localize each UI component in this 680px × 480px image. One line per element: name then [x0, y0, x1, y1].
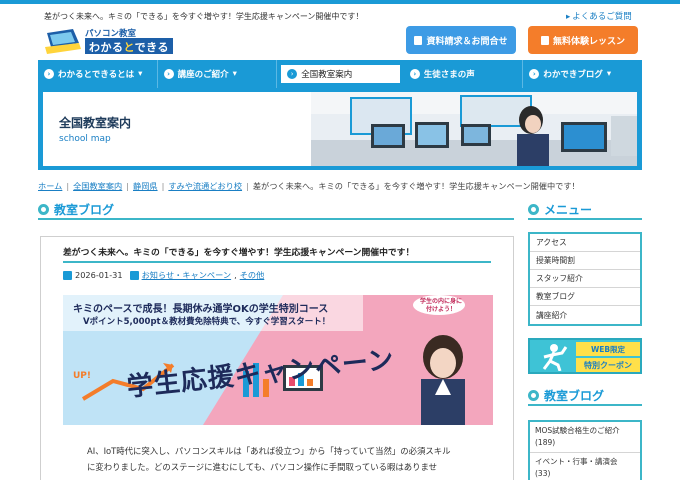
nav-item-label: 生徒さまの声 — [423, 70, 475, 80]
circle-bullet-icon — [528, 389, 539, 401]
breadcrumb-separator: | — [161, 181, 165, 191]
breadcrumb-separator: | — [66, 181, 70, 191]
laptop-logo-icon — [45, 29, 81, 54]
chevron-right-icon: › — [529, 69, 540, 79]
section-heading-blog: 教室ブログ — [38, 200, 514, 220]
breadcrumb-separator: | — [126, 181, 129, 191]
blog-article: 差がつく未来へ。キミの「できる」を今すぐ増やす！学生応援キャンペーン開催中です！… — [40, 236, 514, 480]
breadcrumb-current: 差がつく未来へ。キミの「できる」を今すぐ増やす！学生応援キャンペーン開催中です！ — [252, 181, 580, 191]
faq-link-label: よくあるご質問 — [572, 12, 632, 22]
sidebar-item-courses[interactable]: 講座紹介 — [530, 306, 640, 324]
chevron-right-icon: › — [44, 69, 54, 79]
global-nav: › わかるとできるとは ▾ › 講座のご紹介 ▾ › 全国教室案内 › 生徒さまの声 › わか… — [38, 60, 642, 88]
chevron-right-icon: › — [409, 69, 420, 79]
nav-item-label: わかできブログ — [543, 70, 603, 80]
nav-item-about[interactable]: › わかるとできるとは ▾ — [38, 60, 158, 88]
coupon-label: 特別クーポン — [576, 358, 640, 372]
blog-category-item[interactable]: イベント・行事・講演会 (33) — [530, 453, 640, 480]
breadcrumb-school[interactable]: すみや流通どおり校 — [168, 181, 242, 191]
section-heading-label: 教室ブログ — [54, 202, 115, 217]
site-logo[interactable]: パソコン教室 わかるとできる — [43, 27, 193, 57]
chevron-down-icon: ▾ — [232, 69, 237, 79]
breadcrumb-home[interactable]: ホーム — [38, 181, 62, 191]
chevron-right-icon: › — [287, 69, 298, 79]
sidebar-item-timetable[interactable]: 授業時間割 — [530, 252, 640, 270]
section-heading-label: メニュー — [544, 202, 593, 217]
banner-up-text: UP! — [73, 371, 92, 381]
page-title: 全国教室案内 — [59, 116, 132, 130]
free-trial-button[interactable]: 無料体験レッスン — [528, 26, 638, 54]
article-body: AI、IoT時代に突入し、パソコンスキルは「あれば役立つ」から「持っていて当然」… — [87, 443, 497, 475]
nav-item-label: わかるとできるとは — [58, 70, 135, 80]
page-subtitle: school map — [59, 134, 111, 144]
document-icon — [540, 35, 549, 45]
circle-bullet-icon — [528, 203, 539, 215]
folder-icon — [129, 270, 139, 280]
inquiry-button-label: 資料請求＆お問合せ — [426, 36, 508, 47]
chevron-right-icon: › — [163, 69, 174, 79]
sidebar-item-access[interactable]: アクセス — [530, 234, 640, 252]
chevron-right-icon: ▸ — [566, 12, 571, 22]
section-heading-sidebar-blog: 教室ブログ — [528, 386, 642, 406]
nav-item-blog[interactable]: › わかできブログ ▾ — [523, 60, 642, 88]
chevron-down-icon: ▾ — [138, 69, 143, 79]
section-heading-menu: メニュー — [528, 200, 642, 220]
sidebar-item-blog[interactable]: 教室ブログ — [530, 288, 640, 306]
top-accent-bar — [0, 0, 680, 4]
nav-item-courses[interactable]: › 講座のご紹介 ▾ — [158, 60, 278, 88]
nav-item-label: 全国教室案内 — [301, 70, 353, 80]
header-tagline: 差がつく未来へ。キミの「できる」を今すぐ増やす！学生応援キャンペーン開催中です！ — [44, 12, 364, 21]
breadcrumb-school-map[interactable]: 全国教室案内 — [73, 181, 122, 191]
running-person-icon — [542, 344, 568, 371]
faq-link[interactable]: ▸ よくあるご質問 — [566, 10, 632, 22]
breadcrumb-separator: | — [246, 181, 249, 191]
sidebar-menu: アクセス 授業時間割 スタッフ紹介 教室ブログ 講座紹介 — [528, 232, 642, 326]
web-coupon-banner[interactable]: WEB限定 特別クーポン — [528, 338, 642, 374]
banner-bubble: 学生の内に身に付けよう！ — [419, 298, 462, 313]
article-paragraph-line: に変わりました。どのステージに進むにしても、パソコン操作に手間取っている暇はあり… — [87, 462, 437, 472]
section-heading-label: 教室ブログ — [544, 388, 605, 403]
free-trial-button-label: 無料体験レッスン — [552, 36, 625, 47]
banner-headline: キミのペースで成長！長期休み通学OKの学生特別コース — [73, 304, 329, 315]
blog-category-item[interactable]: MOS試験合格生のご紹介 (189) — [530, 422, 640, 453]
nav-item-school-map[interactable]: › 全国教室案内 — [280, 64, 401, 84]
article-title[interactable]: 差がつく未来へ。キミの「できる」を今すぐ増やす！学生応援キャンペーン開催中です！ — [63, 245, 414, 258]
inquiry-button[interactable]: 資料請求＆お問合せ — [406, 26, 516, 54]
calendar-icon — [63, 270, 72, 280]
blog-category-list: MOS試験合格生のご紹介 (189) イベント・行事・講演会 (33) — [528, 420, 642, 480]
logo-wordmark: わかるとできる — [85, 38, 173, 54]
document-icon — [414, 35, 423, 45]
chevron-down-icon: ▾ — [606, 69, 612, 79]
article-category-link[interactable]: お知らせ・キャンペーン — [142, 269, 232, 281]
category-separator: , — [234, 270, 237, 280]
classroom-photo — [311, 92, 637, 166]
article-meta: 2026-01-31 お知らせ・キャンペーン, その他 — [63, 269, 264, 281]
sidebar-item-staff[interactable]: スタッフ紹介 — [530, 270, 640, 288]
banner-subline: Vポイント5,000pt＆教材費免除特典で、今すぐ学習スタート！ — [83, 317, 331, 327]
campaign-banner[interactable]: キミのペースで成長！長期休み通学OKの学生特別コース Vポイント5,000pt＆… — [63, 295, 493, 425]
article-date: 2026-01-31 — [75, 270, 123, 280]
nav-item-student-voice[interactable]: › 生徒さまの声 — [404, 60, 524, 88]
page-hero: 全国教室案内 school map — [38, 88, 642, 170]
breadcrumb-prefecture[interactable]: 静岡県 — [133, 181, 158, 191]
circle-bullet-icon — [38, 203, 49, 215]
nav-item-label: 講座のご紹介 — [177, 70, 229, 80]
article-paragraph-line: AI、IoT時代に突入し、パソコンスキルは「あれば役立つ」から「持っていて当然」… — [87, 446, 451, 456]
article-category-link[interactable]: その他 — [240, 269, 265, 281]
coupon-tag: WEB限定 — [576, 342, 640, 356]
article-title-rule — [63, 261, 491, 263]
breadcrumb: ホーム | 全国教室案内 | 静岡県 | すみや流通どおり校 | 差がつく未来へ。キミの「できる… — [38, 180, 580, 192]
